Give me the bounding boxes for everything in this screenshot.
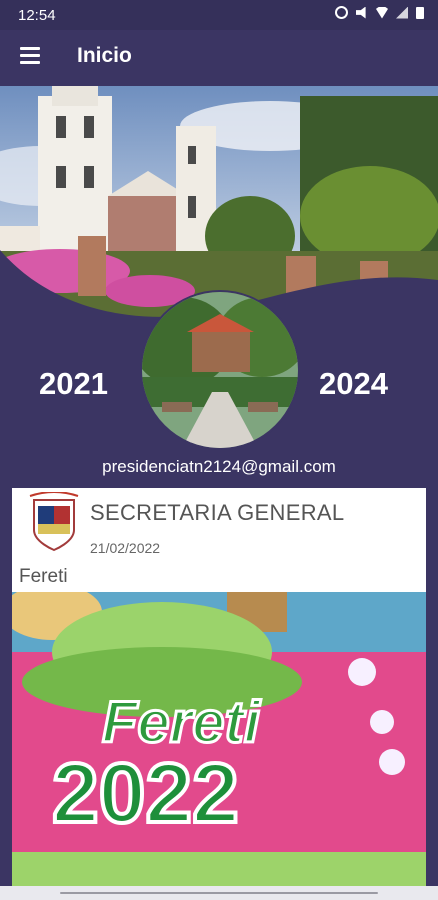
status-time: 12:54 — [18, 7, 56, 24]
app-bar: Inicio — [0, 30, 438, 86]
post-text: Fereti — [19, 566, 68, 587]
battery-icon — [416, 6, 424, 19]
post-date: 21/02/2022 — [90, 540, 161, 556]
post-author: SECRETARIA GENERAL — [90, 500, 345, 525]
term-end-year: 2024 — [319, 366, 388, 401]
term-start-year: 2021 — [39, 366, 108, 401]
vibrate-icon — [356, 6, 366, 19]
wifi-icon — [376, 6, 388, 19]
contact-email[interactable]: presidenciatn2124@gmail.com — [0, 457, 438, 477]
post-image[interactable]: Fereti 2022 — [12, 584, 426, 888]
system-nav-bar — [0, 886, 438, 900]
poster-year: 2022 — [52, 746, 239, 840]
status-icons — [335, 6, 424, 19]
alarm-icon — [335, 6, 348, 19]
nav-recents-indicator[interactable] — [268, 892, 378, 894]
signal-icon — [396, 6, 408, 19]
nav-back-indicator[interactable] — [60, 892, 170, 894]
status-bar: 12:54 — [0, 0, 438, 30]
profile-avatar — [140, 290, 300, 450]
page-title: Inicio — [77, 44, 132, 67]
secretaria-logo-icon — [28, 491, 80, 552]
nav-home-indicator[interactable] — [164, 892, 274, 894]
menu-icon[interactable] — [20, 47, 40, 65]
post-card[interactable]: SECRETARIA GENERAL 21/02/2022 Fereti Fer… — [12, 488, 426, 888]
